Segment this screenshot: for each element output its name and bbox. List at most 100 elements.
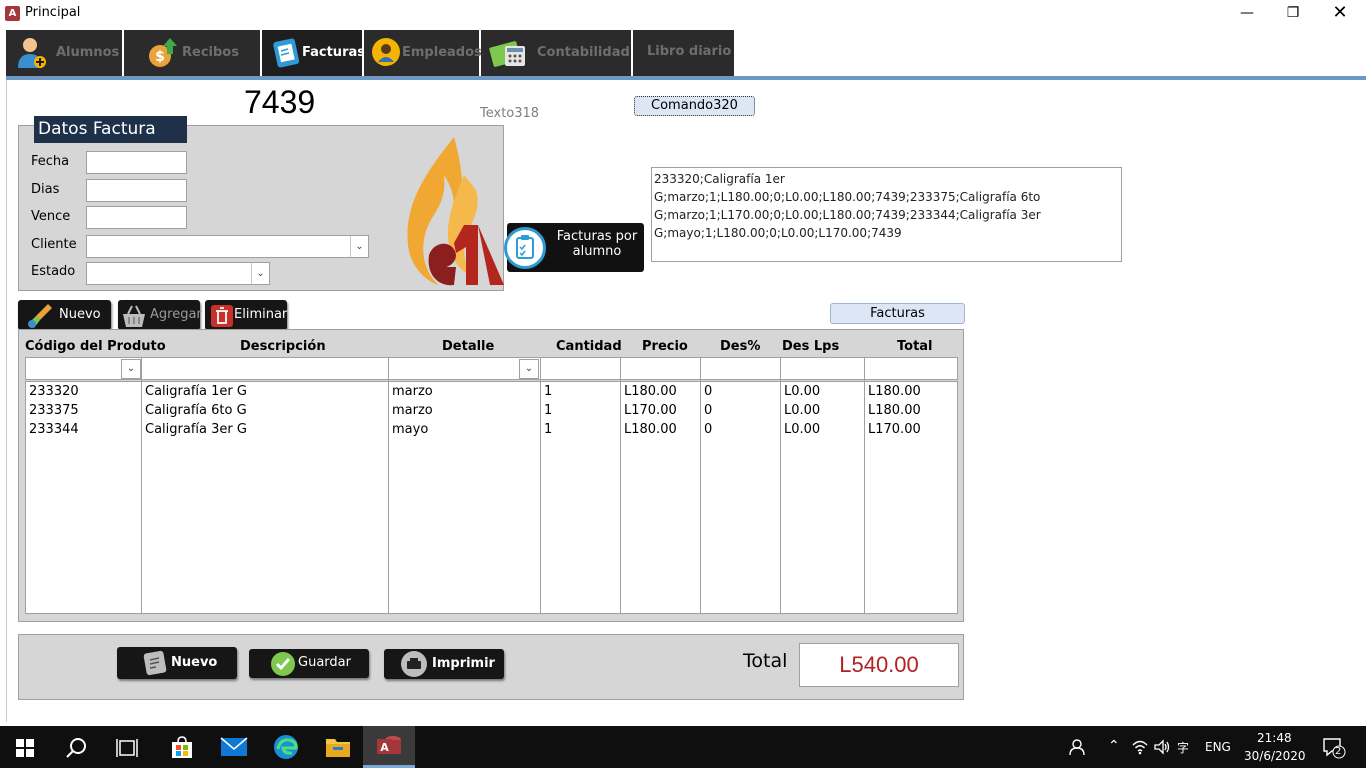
facturas-por-alumno-label: Facturas por alumno [556, 229, 638, 259]
clock-time[interactable]: 21:48 [1257, 731, 1292, 745]
cliente-combobox[interactable]: ⌄ [86, 235, 369, 258]
tab-facturas[interactable]: Facturas [262, 30, 365, 76]
vence-field[interactable] [86, 206, 187, 229]
tab-label: Recibos [182, 45, 239, 60]
people-icon[interactable] [1068, 738, 1086, 756]
cell-descripcion[interactable]: Caligrafía 6to G [145, 403, 247, 418]
eliminar-button[interactable]: Eliminar [205, 300, 287, 330]
file-explorer-icon[interactable] [325, 735, 351, 759]
cell-codigo[interactable]: 233344 [29, 422, 79, 437]
facturas-button[interactable]: Facturas [830, 303, 965, 324]
guardar-button[interactable]: Guardar [249, 649, 369, 678]
wifi-icon[interactable] [1131, 739, 1149, 755]
cell-descripcion[interactable]: Caligrafía 3er G [145, 422, 247, 437]
cell-descuento-lps[interactable]: L0.00 [784, 403, 820, 418]
cell-precio[interactable]: L180.00 [624, 422, 677, 437]
svg-text:字: 字 [1177, 740, 1189, 755]
column-header: Des Lps [782, 339, 840, 354]
comando320-button[interactable]: Comando320 [634, 96, 755, 116]
search-icon[interactable] [66, 737, 88, 759]
cell-precio[interactable]: L180.00 [624, 384, 677, 399]
cell-detalle[interactable]: marzo [392, 403, 433, 418]
tab-alumnos[interactable]: Alumnos [6, 30, 122, 76]
cell-total[interactable]: L180.00 [868, 384, 921, 399]
cell-descuento-lps[interactable]: L0.00 [784, 384, 820, 399]
windows-start-icon[interactable] [16, 739, 34, 757]
task-view-icon[interactable] [116, 737, 138, 759]
tab-label: Alumnos [56, 45, 120, 60]
notification-icon[interactable] [1322, 737, 1346, 759]
estado-label: Estado [31, 264, 76, 279]
cell-descripcion[interactable]: Caligrafía 1er G [145, 384, 247, 399]
concat-textbox[interactable]: 233320;Caligrafía 1er G;marzo;1;L180.00;… [651, 167, 1122, 262]
access-taskbar-button[interactable]: A [363, 726, 415, 768]
chevron-down-icon[interactable]: ⌄ [121, 359, 141, 379]
access-app-icon: A [5, 6, 20, 21]
footer-nuevo-label: Nuevo [171, 655, 218, 670]
minimize-button[interactable]: — [1224, 0, 1270, 28]
column-header: Descripción [240, 339, 326, 354]
column-divider [700, 357, 701, 614]
dias-field[interactable] [86, 179, 187, 202]
ime-icon[interactable]: 字 [1177, 739, 1197, 755]
clock-date[interactable]: 30/6/2020 [1244, 749, 1306, 763]
eliminar-label: Eliminar [234, 307, 288, 322]
volume-icon[interactable] [1153, 739, 1171, 755]
column-divider [620, 357, 621, 614]
language-indicator[interactable]: ENG [1205, 740, 1231, 754]
tab-recibos[interactable]: $ Recibos [124, 30, 260, 76]
cell-precio[interactable]: L170.00 [624, 403, 677, 418]
restore-button[interactable]: ❐ [1270, 0, 1316, 28]
cell-descuento-pct[interactable]: 0 [704, 384, 712, 399]
column-header: Des% [720, 339, 761, 354]
tab-empleados[interactable]: Empleados [364, 30, 482, 76]
cell-total[interactable]: L180.00 [868, 403, 921, 418]
tab-libro-diario[interactable]: Libro diario [633, 30, 734, 76]
column-header: Detalle [442, 339, 495, 354]
cell-cantidad[interactable]: 1 [544, 403, 552, 418]
chevron-down-icon[interactable]: ⌄ [519, 359, 539, 379]
column-divider [141, 357, 142, 614]
cell-codigo[interactable]: 233375 [29, 403, 79, 418]
edge-browser-icon[interactable] [272, 733, 300, 761]
cell-descuento-lps[interactable]: L0.00 [784, 422, 820, 437]
window-title: Principal [25, 5, 81, 20]
cell-descuento-pct[interactable]: 0 [704, 422, 712, 437]
mail-icon[interactable] [220, 736, 248, 758]
estado-combobox[interactable]: ⌄ [86, 262, 270, 285]
fecha-field[interactable] [86, 151, 187, 174]
coin-up-icon: $ [149, 38, 177, 67]
imprimir-button[interactable]: Imprimir [384, 649, 504, 679]
store-icon[interactable] [169, 734, 195, 760]
column-divider [388, 357, 389, 614]
cell-codigo[interactable]: 233320 [29, 384, 79, 399]
broom-icon [28, 304, 52, 328]
grid-input-row[interactable] [25, 357, 958, 380]
imprimir-label: Imprimir [432, 656, 495, 671]
cell-total[interactable]: L170.00 [868, 422, 921, 437]
column-header: Código del Produto [25, 339, 166, 354]
cell-detalle[interactable]: marzo [392, 384, 433, 399]
cell-cantidad[interactable]: 1 [544, 384, 552, 399]
cell-detalle[interactable]: mayo [392, 422, 428, 437]
employee-icon [372, 38, 400, 66]
cell-descuento-pct[interactable]: 0 [704, 403, 712, 418]
nuevo-button[interactable]: Nuevo [18, 300, 111, 330]
agregar-button[interactable]: Agregar [118, 300, 202, 330]
agregar-label: Agregar [150, 307, 202, 322]
basket-icon [123, 305, 145, 327]
chevron-up-icon[interactable]: ⌃ [1108, 738, 1120, 754]
column-header: Cantidad [556, 339, 622, 354]
student-add-icon [18, 38, 46, 68]
chevron-down-icon[interactable]: ⌄ [251, 263, 269, 284]
invoice-number: 7439 [244, 84, 316, 120]
footer-nuevo-button[interactable]: Nuevo [117, 647, 237, 679]
chevron-down-icon[interactable]: ⌄ [350, 236, 368, 257]
access-app-icon: A [377, 736, 401, 754]
close-button[interactable]: ✕ [1317, 0, 1363, 28]
tab-contabilidad[interactable]: Contabilidad [481, 30, 631, 76]
column-header: Precio [642, 339, 688, 354]
svg-text:$: $ [155, 49, 165, 65]
fecha-label: Fecha [31, 154, 70, 169]
cell-cantidad[interactable]: 1 [544, 422, 552, 437]
